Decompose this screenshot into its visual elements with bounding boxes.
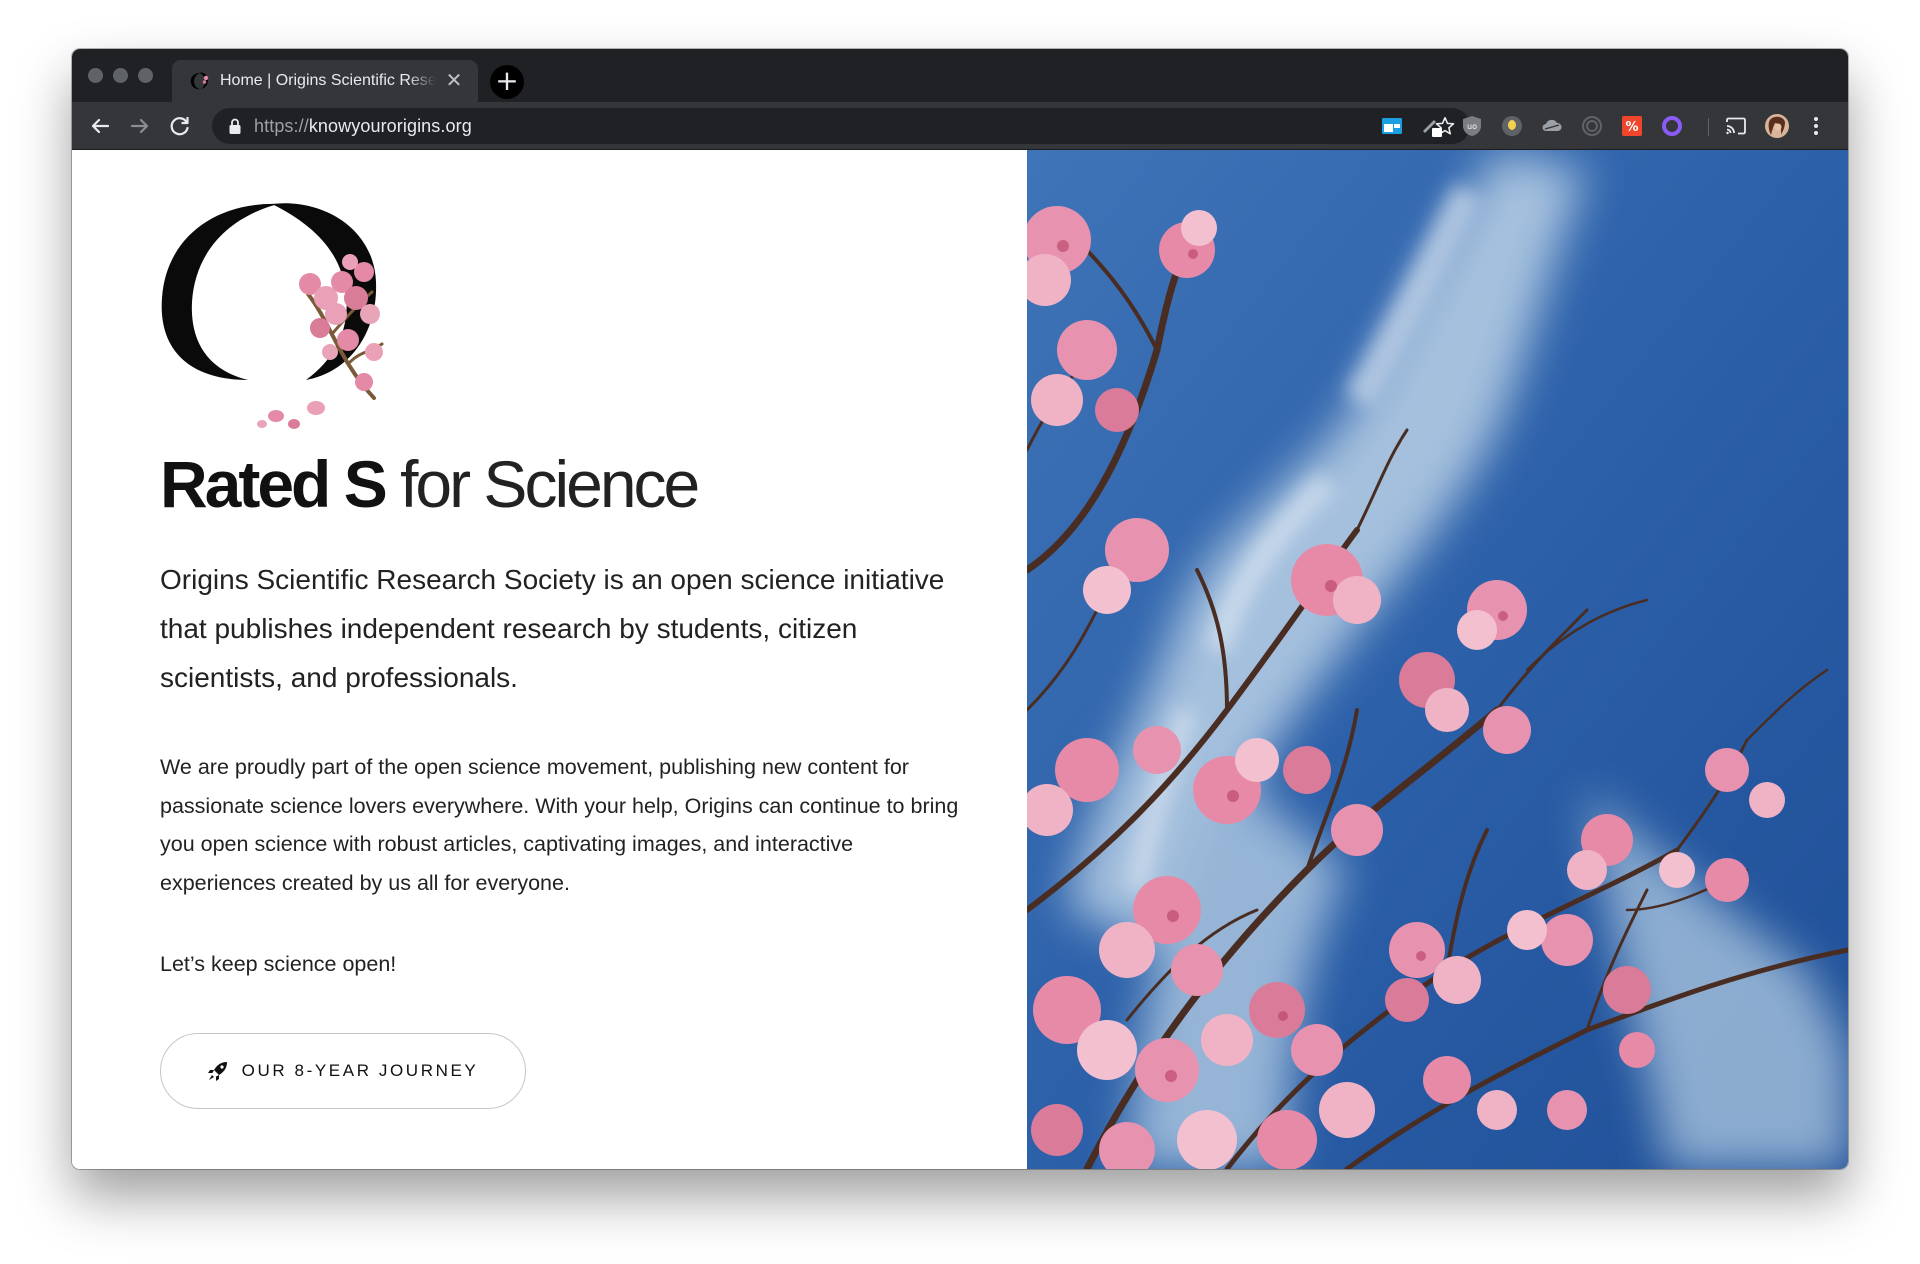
close-window-button[interactable] [88, 68, 103, 83]
url-scheme: https:// [254, 116, 309, 136]
browser-toolbar: https://knowyourorigins.org uo % [72, 102, 1848, 150]
pen-extension-icon[interactable] [1420, 114, 1444, 138]
purple-ring-extension-icon[interactable] [1660, 114, 1684, 138]
svg-text:uo: uo [1467, 122, 1477, 131]
profile-avatar[interactable] [1764, 113, 1790, 139]
page-content: Rated S for Science Origins Scientific R… [72, 150, 1848, 1169]
tab-close-icon[interactable]: ✕ [442, 71, 466, 91]
url-host: knowyourorigins.org [308, 116, 472, 136]
window-extension-icon[interactable] [1380, 114, 1404, 138]
page-title: Rated S for Science [160, 446, 700, 522]
minimize-window-button[interactable] [113, 68, 128, 83]
toolbar-divider [1708, 118, 1709, 136]
address-bar[interactable]: https://knowyourorigins.org [212, 108, 1470, 144]
rocket-icon [207, 1062, 227, 1081]
journey-button[interactable]: OUR 8-YEAR JOURNEY [160, 1033, 526, 1109]
forward-arrow-icon[interactable] [126, 112, 154, 140]
cloud-extension-icon[interactable] [1540, 114, 1564, 138]
reload-icon[interactable] [166, 112, 194, 140]
lock-icon[interactable] [228, 117, 242, 135]
new-tab-button[interactable]: + [490, 65, 524, 99]
tab-title: Home | Origins Scientific Research Socie… [220, 72, 436, 90]
body-paragraph: We are proudly part of the open science … [160, 755, 959, 895]
browser-window: Home | Origins Scientific Research Socie… [72, 49, 1848, 1169]
percent-extension-icon[interactable]: % [1620, 114, 1644, 138]
cherry-blossom-photo [1027, 150, 1848, 1169]
back-arrow-icon[interactable] [86, 112, 114, 140]
more-vert-icon[interactable] [1804, 114, 1828, 138]
tab-home[interactable]: Home | Origins Scientific Research Socie… [172, 60, 478, 102]
tagline: Let’s keep science open! [160, 952, 397, 976]
origins-logo [161, 203, 384, 429]
url-text[interactable]: https://knowyourorigins.org [254, 116, 472, 137]
lead-paragraph: Origins Scientific Research Society is a… [160, 564, 945, 693]
ublock-shield-icon[interactable]: uo [1460, 114, 1484, 138]
origins-favicon-icon [190, 72, 209, 90]
bulb-extension-icon[interactable] [1500, 114, 1524, 138]
svg-text:%: % [1625, 120, 1638, 135]
intro-panel: Rated S for Science Origins Scientific R… [72, 150, 1027, 1169]
title-light: for Science [384, 447, 700, 521]
window-controls [88, 68, 153, 83]
zoom-window-button[interactable] [138, 68, 153, 83]
title-bold: Rated S [160, 447, 388, 521]
journey-button-label: OUR 8-YEAR JOURNEY [241, 1061, 479, 1080]
spiral-extension-icon[interactable] [1580, 114, 1604, 138]
cast-icon[interactable] [1724, 114, 1748, 138]
tab-strip: Home | Origins Scientific Research Socie… [72, 49, 1848, 102]
